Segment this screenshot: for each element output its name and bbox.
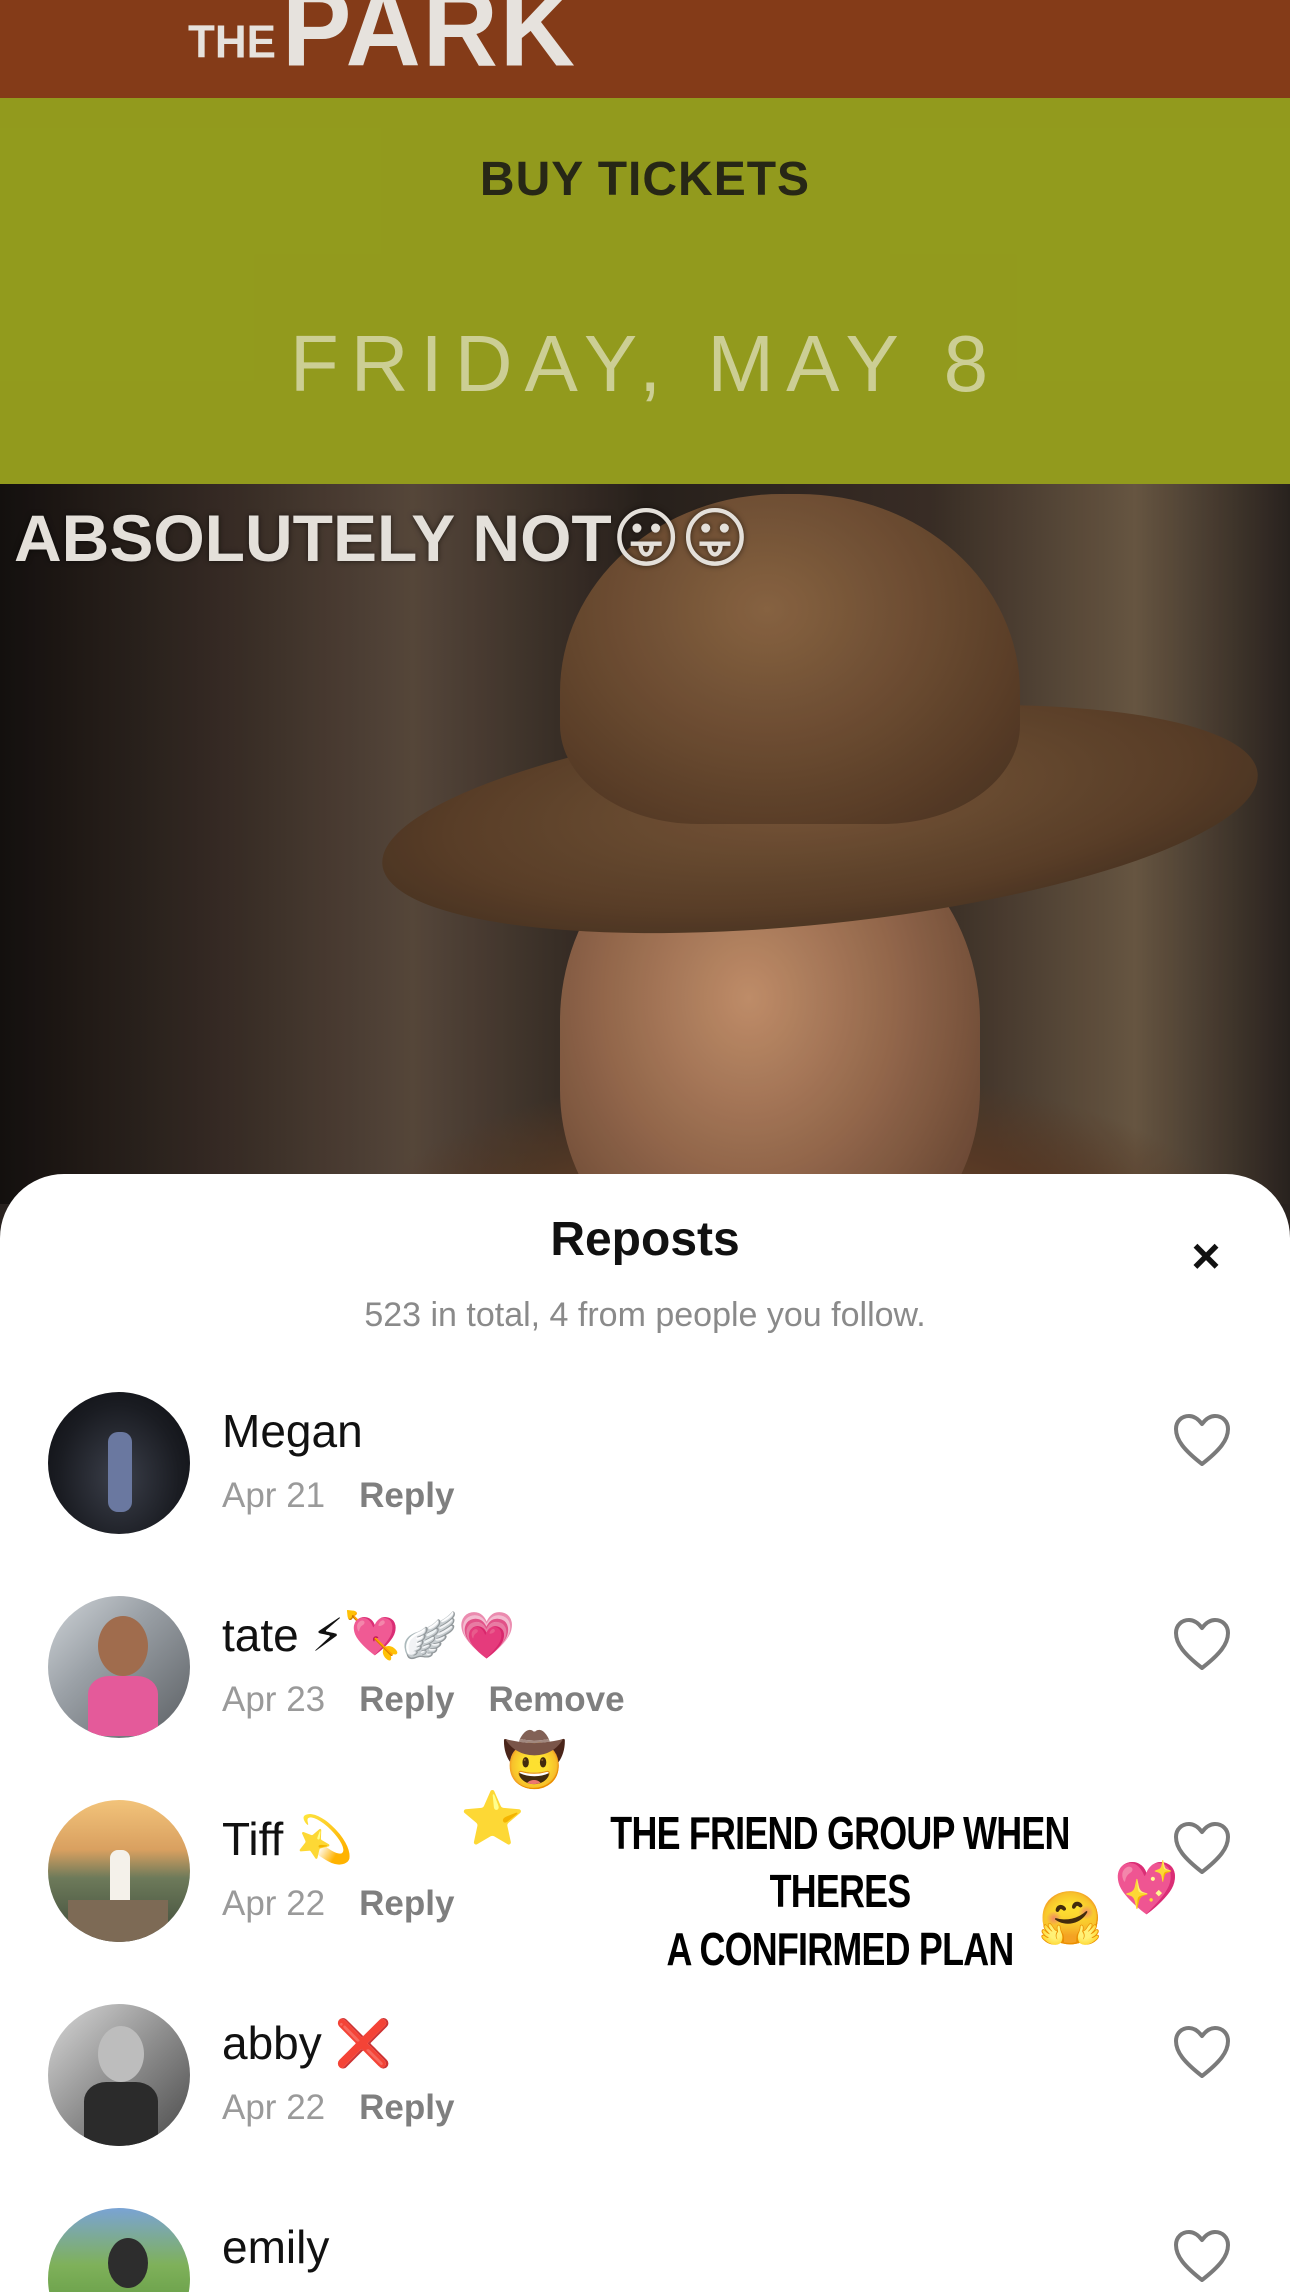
username-emoji: ⚡💘🪽💗: [311, 1608, 516, 1662]
repost-date: Apr 23: [222, 1680, 326, 1719]
close-button[interactable]: ×: [1176, 1226, 1236, 1286]
repost-row[interactable]: emily: [0, 2208, 1290, 2292]
sparkling-heart-sticker: 💖: [1114, 1859, 1179, 1919]
repost-row[interactable]: abby ❌ Apr 22 Reply: [0, 2004, 1290, 2204]
reply-button[interactable]: Reply: [359, 1884, 454, 1923]
hugging-face-sticker: 🤗: [1038, 1889, 1103, 1949]
username[interactable]: abby ❌: [222, 2016, 392, 2071]
star-emoji-sticker: ⭐: [460, 1789, 525, 1849]
username[interactable]: Tiff 💫: [222, 1812, 353, 1867]
heart-icon[interactable]: [1172, 2228, 1232, 2284]
sheet-title: Reposts: [550, 1213, 740, 1266]
reply-button[interactable]: Reply: [359, 2088, 454, 2127]
username-emoji: ❌: [334, 2016, 392, 2070]
remove-button[interactable]: Remove: [488, 1680, 624, 1719]
username[interactable]: tate ⚡💘🪽💗: [222, 1608, 516, 1663]
heart-icon[interactable]: [1172, 1820, 1232, 1876]
avatar[interactable]: [48, 2004, 190, 2146]
reply-button[interactable]: Reply: [359, 1680, 454, 1719]
username[interactable]: emily: [222, 2220, 329, 2274]
repost-date: Apr 22: [222, 1884, 326, 1923]
overlay-line-1: THE FRIEND GROUP WHEN THERES: [610, 1807, 1070, 1917]
sheet-subtitle: 523 in total, 4 from people you follow.: [364, 1296, 926, 1334]
repost-date: Apr 21: [222, 1476, 326, 1515]
dim-overlay: [0, 0, 1290, 1210]
heart-icon[interactable]: [1172, 2024, 1232, 2080]
repost-date: Apr 22: [222, 2088, 326, 2127]
overlay-line-2: A CONFIRMED PLAN: [666, 1923, 1015, 1975]
overlay-caption: THE FRIEND GROUP WHEN THERES A CONFIRMED…: [606, 1804, 1074, 1978]
avatar[interactable]: [48, 2208, 190, 2292]
repost-row[interactable]: Megan Apr 21 Reply: [0, 1392, 1290, 1592]
repost-meta: Apr 23 Reply Remove: [222, 1680, 625, 1720]
username-emoji: 💫: [296, 1812, 354, 1866]
heart-icon[interactable]: [1172, 1616, 1232, 1672]
heart-icon[interactable]: [1172, 1412, 1232, 1468]
repost-meta: Apr 21 Reply: [222, 1476, 454, 1516]
repost-row[interactable]: tate ⚡💘🪽💗 Apr 23 Reply Remove: [0, 1596, 1290, 1796]
avatar[interactable]: [48, 1596, 190, 1738]
username[interactable]: Megan: [222, 1404, 363, 1458]
repost-meta: Apr 22 Reply: [222, 2088, 454, 2128]
avatar[interactable]: [48, 1800, 190, 1942]
avatar[interactable]: [48, 1392, 190, 1534]
cowboy-emoji-sticker: 🤠: [502, 1731, 567, 1791]
repost-meta: Apr 22 Reply: [222, 1884, 454, 1924]
reply-button[interactable]: Reply: [359, 1476, 454, 1515]
